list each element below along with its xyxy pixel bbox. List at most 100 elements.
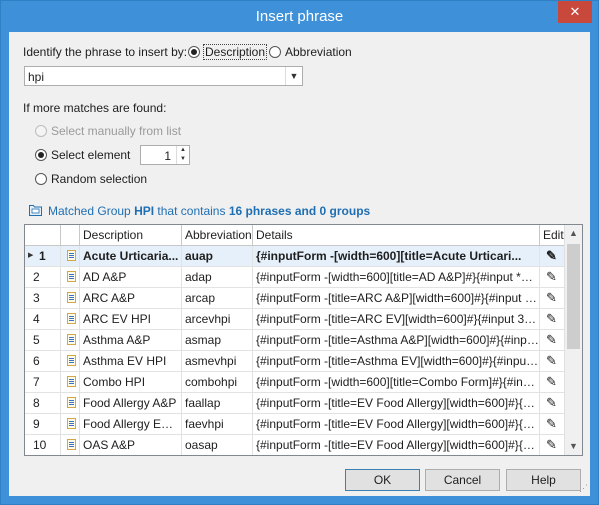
row-details: {#inputForm -[width=600][title=AD A&P]#}… xyxy=(253,267,540,287)
header-icon xyxy=(61,225,80,245)
row-number: 6 xyxy=(25,351,61,371)
table-row[interactable]: 7 Combo HPI combohpi {#inputForm -[width=60… xyxy=(25,372,565,393)
row-edit-cell[interactable]: ✎ xyxy=(540,393,565,413)
group-counts: 16 phrases and 0 groups xyxy=(228,204,371,218)
phrase-icon xyxy=(67,355,76,366)
cancel-button[interactable]: Cancel xyxy=(425,469,500,491)
row-abbreviation: combohpi xyxy=(182,372,253,392)
close-button[interactable]: ✕ xyxy=(558,1,592,23)
table-header: Description Abbreviation Details Edit xyxy=(25,225,565,246)
pencil-icon[interactable]: ✎ xyxy=(546,396,557,410)
row-edit-cell[interactable]: ✎ xyxy=(540,309,565,329)
header-edit[interactable]: Edit xyxy=(540,225,565,245)
header-abbreviation[interactable]: Abbreviation xyxy=(182,225,253,245)
pencil-icon[interactable]: ✎ xyxy=(546,375,557,389)
phrase-icon xyxy=(67,271,76,282)
row-description: AD A&P xyxy=(80,267,182,287)
resize-grip-icon[interactable]: ⋰ xyxy=(579,483,588,494)
stepper-up-icon[interactable]: ▲ xyxy=(176,146,189,155)
pencil-icon[interactable]: ✎ xyxy=(546,333,557,347)
element-index-stepper[interactable]: 1 ▲ ▼ xyxy=(140,145,190,165)
abbreviation-radio-label[interactable]: Abbreviation xyxy=(285,45,352,59)
group-prefix: Matched Group xyxy=(48,204,131,218)
row-edit-cell[interactable]: ✎ xyxy=(540,246,565,266)
matched-group-info: Matched Group HPI that contains 16 phras… xyxy=(48,204,370,218)
abbreviation-radio[interactable] xyxy=(269,46,281,58)
phrase-icon xyxy=(67,439,76,450)
row-number: 4 xyxy=(25,309,61,329)
scrollbar-thumb[interactable] xyxy=(567,244,580,349)
header-description[interactable]: Description xyxy=(80,225,182,245)
dialog-body: Identify the phrase to insert by: Descri… xyxy=(9,32,590,496)
phrase-icon-cell xyxy=(61,330,80,350)
row-abbreviation: arcap xyxy=(182,288,253,308)
row-edit-cell[interactable]: ✎ xyxy=(540,435,565,455)
dialog-title: Insert phrase xyxy=(255,8,344,25)
group-middle: that contains xyxy=(157,204,226,218)
row-abbreviation: auap xyxy=(182,246,253,266)
row-details: {#inputForm -[title=EV Food Allergy][wid… xyxy=(253,435,540,455)
select-manually-radio[interactable] xyxy=(35,125,47,137)
row-number: 9 xyxy=(25,414,61,434)
phrase-icon-cell xyxy=(61,288,80,308)
table-row[interactable]: 4 ARC EV HPI arcevhpi {#inputForm -[title=A… xyxy=(25,309,565,330)
row-details: {#inputForm -[title=ARC A&P][width=600]#… xyxy=(253,288,540,308)
random-selection-radio[interactable] xyxy=(35,173,47,185)
matches-label: If more matches are found: xyxy=(23,101,167,115)
table-row[interactable]: 9 Food Allergy EV HPI faevhpi {#inputForm -… xyxy=(25,414,565,435)
table-row[interactable]: 3 ARC A&P arcap {#inputForm -[title=ARC A&P… xyxy=(25,288,565,309)
table-row[interactable]: 5 Asthma A&P asmap {#inputForm -[title=Asth… xyxy=(25,330,565,351)
table-row[interactable]: 8 Food Allergy A&P faallap {#inputForm -[ti… xyxy=(25,393,565,414)
phrase-icon-cell xyxy=(61,351,80,371)
select-element-radio[interactable] xyxy=(35,149,47,161)
row-edit-cell[interactable]: ✎ xyxy=(540,288,565,308)
phrase-icon-cell xyxy=(61,414,80,434)
phrases-table[interactable]: Description Abbreviation Details Edit 1 ▶… xyxy=(24,224,583,456)
row-details: {#inputForm -[title=ARC EV][width=600]#}… xyxy=(253,309,540,329)
description-radio[interactable] xyxy=(188,46,200,58)
scroll-up-icon[interactable]: ▲ xyxy=(565,225,582,242)
dialog-window: Insert phrase ✕ Identify the phrase to i… xyxy=(0,0,599,505)
ok-button[interactable]: OK xyxy=(345,469,420,491)
row-edit-cell[interactable]: ✎ xyxy=(540,372,565,392)
row-details: {#inputForm -[width=600][title=Combo For… xyxy=(253,372,540,392)
description-radio-label[interactable]: Description xyxy=(203,44,268,60)
row-edit-cell[interactable]: ✎ xyxy=(540,414,565,434)
phrase-icon-cell xyxy=(61,393,80,413)
phrase-search-combobox[interactable]: hpi ▼ xyxy=(24,66,303,86)
pencil-icon[interactable]: ✎ xyxy=(546,438,557,452)
pencil-icon[interactable]: ✎ xyxy=(546,354,557,368)
row-number: 2 xyxy=(25,267,61,287)
pencil-icon[interactable]: ✎ xyxy=(546,291,557,305)
random-selection-label: Random selection xyxy=(51,172,148,186)
pencil-icon[interactable]: ✎ xyxy=(546,417,557,431)
vertical-scrollbar[interactable]: ▲ ▼ xyxy=(564,225,582,455)
table-row[interactable]: 10 OAS A&P oasap {#inputForm -[title=EV Foo… xyxy=(25,435,565,455)
row-edit-cell[interactable]: ✎ xyxy=(540,330,565,350)
row-description: ARC EV HPI xyxy=(80,309,182,329)
phrase-icon-cell xyxy=(61,309,80,329)
row-edit-cell[interactable]: ✎ xyxy=(540,267,565,287)
row-description: ARC A&P xyxy=(80,288,182,308)
scroll-down-icon[interactable]: ▼ xyxy=(565,438,582,455)
pencil-icon[interactable]: ✎ xyxy=(546,270,557,284)
pencil-icon[interactable]: ✎ xyxy=(546,312,557,326)
row-edit-cell[interactable]: ✎ xyxy=(540,351,565,371)
row-details: {#inputForm -[title=EV Food Allergy][wid… xyxy=(253,414,540,434)
pencil-icon[interactable]: ✎ xyxy=(546,249,557,263)
chevron-down-icon[interactable]: ▼ xyxy=(285,67,302,85)
table-row[interactable]: 1 ▶ Acute Urticaria... auap {#inputForm -[wi… xyxy=(25,246,565,267)
element-index-value: 1 xyxy=(164,149,171,163)
header-details[interactable]: Details xyxy=(253,225,540,245)
table-row[interactable]: 6 Asthma EV HPI asmevhpi {#inputForm -[titl… xyxy=(25,351,565,372)
row-number: 3 xyxy=(25,288,61,308)
title-bar[interactable]: Insert phrase ✕ xyxy=(1,1,598,32)
phrase-icon xyxy=(67,376,76,387)
phrase-icon xyxy=(67,292,76,303)
row-number: 7 xyxy=(25,372,61,392)
header-rownum xyxy=(25,225,61,245)
identify-label: Identify the phrase to insert by: xyxy=(23,45,188,59)
help-button[interactable]: Help xyxy=(506,469,581,491)
table-row[interactable]: 2 AD A&P adap {#inputForm -[width=600][titl… xyxy=(25,267,565,288)
stepper-down-icon[interactable]: ▼ xyxy=(176,155,189,164)
